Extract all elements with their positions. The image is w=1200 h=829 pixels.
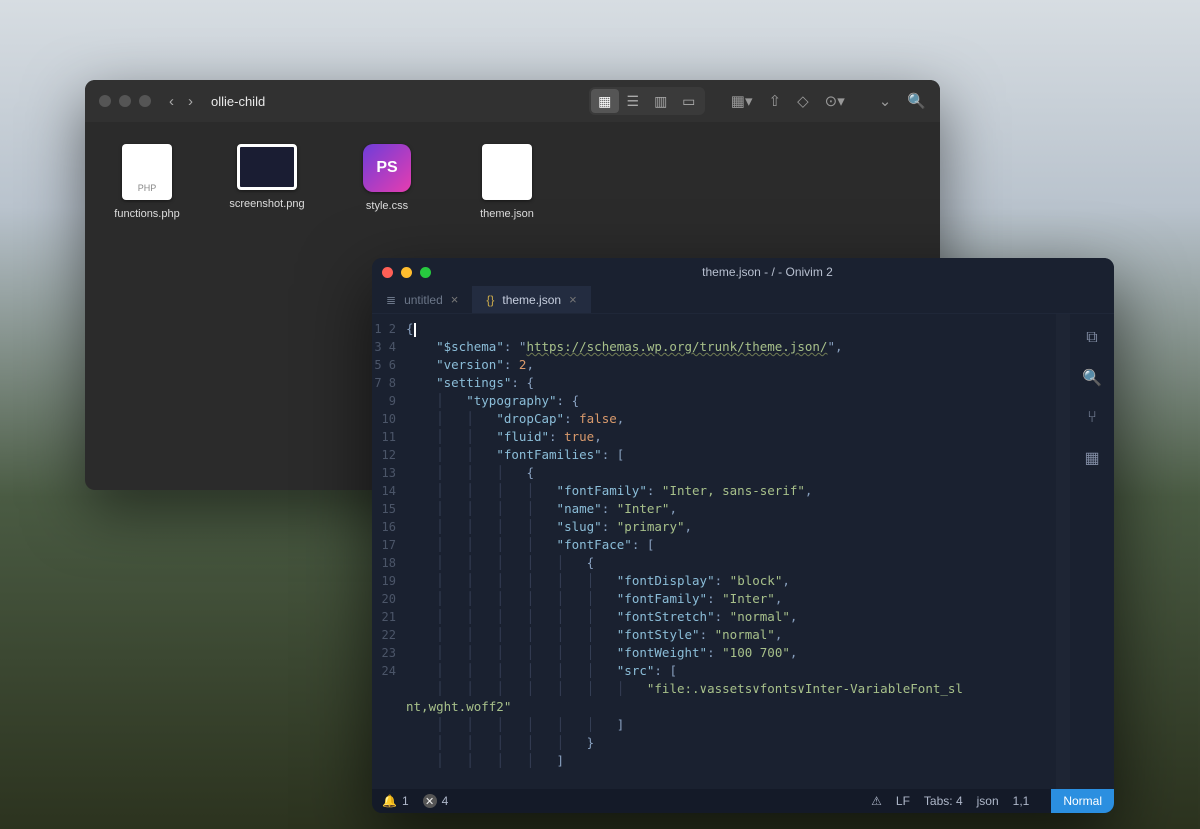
- file-item[interactable]: theme.json: [467, 144, 547, 220]
- dropdown-icon[interactable]: ⌄: [879, 92, 892, 110]
- zoom-icon[interactable]: [420, 267, 431, 278]
- zoom-icon[interactable]: [139, 95, 151, 107]
- file-icon: ≣: [386, 293, 396, 307]
- warning-icon[interactable]: ⚠: [871, 794, 882, 808]
- file-item[interactable]: PHP functions.php: [107, 144, 187, 220]
- tag-button[interactable]: ◇: [797, 92, 809, 110]
- close-tab-icon[interactable]: ×: [451, 292, 459, 307]
- status-bar: 🔔 1 ✕ 4 ⚠ LF Tabs: 4 json 1,1 Normal: [372, 789, 1114, 813]
- window-controls[interactable]: [382, 267, 431, 278]
- source-control-icon[interactable]: ⑂: [1082, 408, 1102, 428]
- file-icon: PHP: [122, 144, 172, 200]
- file-label: functions.php: [107, 208, 187, 220]
- minimize-icon[interactable]: [401, 267, 412, 278]
- close-tab-icon[interactable]: ×: [569, 292, 577, 307]
- code-area[interactable]: { "$schema": "https://schemas.wp.org/tru…: [402, 314, 1070, 789]
- errors-indicator[interactable]: ✕ 4: [423, 794, 449, 808]
- more-menu[interactable]: ⊙▾: [825, 92, 845, 110]
- editor-titlebar: theme.json - / - Onivim 2: [372, 258, 1114, 286]
- file-icon: [482, 144, 532, 200]
- close-icon[interactable]: [99, 95, 111, 107]
- list-view-button[interactable]: ☰: [619, 89, 647, 113]
- icon-view-button[interactable]: ▦: [591, 89, 619, 113]
- eol-indicator[interactable]: LF: [896, 794, 910, 808]
- editor-title: theme.json - / - Onivim 2: [431, 265, 1104, 279]
- file-label: theme.json: [467, 208, 547, 220]
- minimap[interactable]: [1056, 314, 1070, 789]
- finder-titlebar: ‹ › ollie-child ▦ ☰ ▥ ▭ ▦▾ ⇧ ◇ ⊙▾ ⌄ 🔍: [85, 80, 940, 122]
- close-icon[interactable]: [382, 267, 393, 278]
- forward-button[interactable]: ›: [188, 93, 193, 110]
- search-icon[interactable]: 🔍: [907, 92, 926, 110]
- vim-mode: Normal: [1051, 789, 1114, 813]
- tab-untitled[interactable]: ≣ untitled ×: [372, 286, 472, 313]
- column-view-button[interactable]: ▥: [647, 89, 675, 113]
- json-icon: {}: [486, 293, 494, 307]
- file-icon: PS: [363, 144, 411, 192]
- finder-title: ollie-child: [211, 94, 265, 109]
- line-number-gutter: 1 2 3 4 5 6 7 8 9 10 11 12 13 14 15 16 1…: [372, 314, 402, 789]
- copy-icon[interactable]: ⧉: [1082, 328, 1102, 348]
- extensions-icon[interactable]: ▦: [1082, 448, 1102, 468]
- minimize-icon[interactable]: [119, 95, 131, 107]
- file-icon: [237, 144, 297, 190]
- gallery-view-button[interactable]: ▭: [675, 89, 703, 113]
- tabsize-indicator[interactable]: Tabs: 4: [924, 794, 963, 808]
- file-label: screenshot.png: [227, 198, 307, 210]
- file-item[interactable]: screenshot.png: [227, 144, 307, 220]
- share-button[interactable]: ⇧: [769, 92, 782, 110]
- editor-window: theme.json - / - Onivim 2 ≣ untitled × {…: [372, 258, 1114, 813]
- group-menu[interactable]: ▦▾: [731, 92, 753, 110]
- window-controls[interactable]: [99, 95, 151, 107]
- view-switcher[interactable]: ▦ ☰ ▥ ▭: [589, 87, 705, 115]
- editor-tabs: ≣ untitled × {} theme.json ×: [372, 286, 1114, 314]
- back-button[interactable]: ‹: [169, 93, 174, 110]
- search-icon[interactable]: 🔍: [1082, 368, 1102, 388]
- tab-label: theme.json: [502, 293, 561, 307]
- file-label: style.css: [347, 200, 427, 212]
- tab-themejson[interactable]: {} theme.json ×: [472, 286, 590, 313]
- cursor-position[interactable]: 1,1: [1013, 794, 1030, 808]
- finder-file-grid: PHP functions.php screenshot.png PS styl…: [85, 122, 940, 242]
- file-item[interactable]: PS style.css: [347, 144, 427, 220]
- activity-bar: ⧉ 🔍 ⑂ ▦: [1070, 314, 1114, 789]
- tab-label: untitled: [404, 293, 443, 307]
- notifications-indicator[interactable]: 🔔 1: [382, 794, 409, 808]
- language-indicator[interactable]: json: [977, 794, 999, 808]
